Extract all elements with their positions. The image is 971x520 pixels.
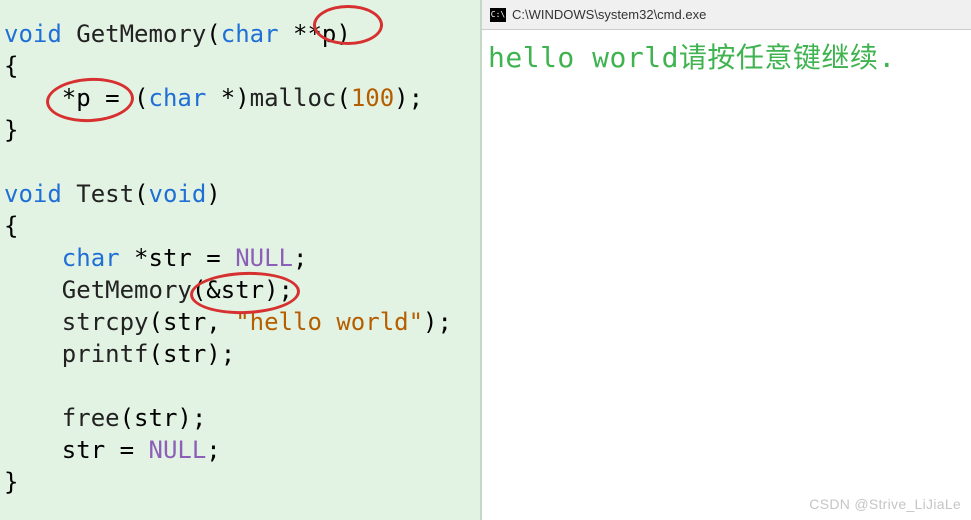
cmd-icon: C:\ — [490, 8, 506, 22]
keyword-void: void — [4, 180, 62, 208]
args-close: ); — [394, 84, 423, 112]
call-args: (str); — [120, 404, 207, 432]
call-args: (&str); — [192, 276, 293, 304]
code-line: char *str = NULL; — [4, 242, 476, 274]
code-line: void Test(void) — [4, 178, 476, 210]
call-name: strcpy — [62, 308, 149, 336]
null-literal: NULL — [149, 436, 207, 464]
indent — [4, 308, 62, 336]
space — [62, 180, 76, 208]
code-line: free(str); — [4, 402, 476, 434]
paren: ( — [206, 20, 220, 48]
console-window: C:\ C:\WINDOWS\system32\cmd.exe hello wo… — [480, 0, 971, 520]
call-name: free — [62, 404, 120, 432]
code-line: } — [4, 466, 476, 498]
call-name: GetMemory — [62, 276, 192, 304]
lhs: str = — [62, 436, 149, 464]
code-line: { — [4, 210, 476, 242]
close: ); — [423, 308, 452, 336]
keyword-void: void — [4, 20, 62, 48]
code-line: printf(str); — [4, 338, 476, 370]
indent — [4, 84, 62, 112]
code-line: { — [4, 50, 476, 82]
call-args: (str); — [149, 340, 236, 368]
console-title-text: C:\WINDOWS\system32\cmd.exe — [512, 7, 706, 22]
console-output: hello world请按任意键继续. — [482, 30, 971, 82]
indent — [4, 436, 62, 464]
lhs: *p = — [62, 84, 134, 112]
code-line: void GetMemory(char **p) — [4, 18, 476, 50]
code-line-blank — [4, 370, 476, 402]
decl-rest: *str = — [120, 244, 236, 272]
number: 100 — [351, 84, 394, 112]
indent — [4, 244, 62, 272]
func-name: Test — [76, 180, 134, 208]
call-malloc: malloc — [250, 84, 337, 112]
call-name: printf — [62, 340, 149, 368]
code-editor-pane: void GetMemory(char **p) { *p = (char *)… — [0, 0, 480, 520]
watermark-text: CSDN @Strive_LiJiaLe — [809, 496, 961, 512]
indent — [4, 340, 62, 368]
null-literal: NULL — [235, 244, 293, 272]
cast-rest: *) — [206, 84, 249, 112]
keyword-void: void — [149, 180, 207, 208]
keyword-char: char — [149, 84, 207, 112]
cast-open: ( — [134, 84, 148, 112]
open: (str, — [149, 308, 236, 336]
code-line: *p = (char *)malloc(100); — [4, 82, 476, 114]
code-line: str = NULL; — [4, 434, 476, 466]
indent — [4, 404, 62, 432]
keyword-char: char — [221, 20, 279, 48]
code-line: GetMemory(&str); — [4, 274, 476, 306]
code-line: strcpy(str, "hello world"); — [4, 306, 476, 338]
semi: ; — [293, 244, 307, 272]
code-line: } — [4, 114, 476, 146]
func-name: GetMemory — [76, 20, 206, 48]
code-line-blank — [4, 146, 476, 178]
param-rest: ) — [206, 180, 220, 208]
semi: ; — [206, 436, 220, 464]
console-title-bar[interactable]: C:\ C:\WINDOWS\system32\cmd.exe — [482, 0, 971, 30]
paren: ( — [134, 180, 148, 208]
args-open: ( — [336, 84, 350, 112]
string-literal: "hello world" — [235, 308, 423, 336]
keyword-char: char — [62, 244, 120, 272]
param-rest: **p) — [279, 20, 351, 48]
space — [62, 20, 76, 48]
indent — [4, 276, 62, 304]
